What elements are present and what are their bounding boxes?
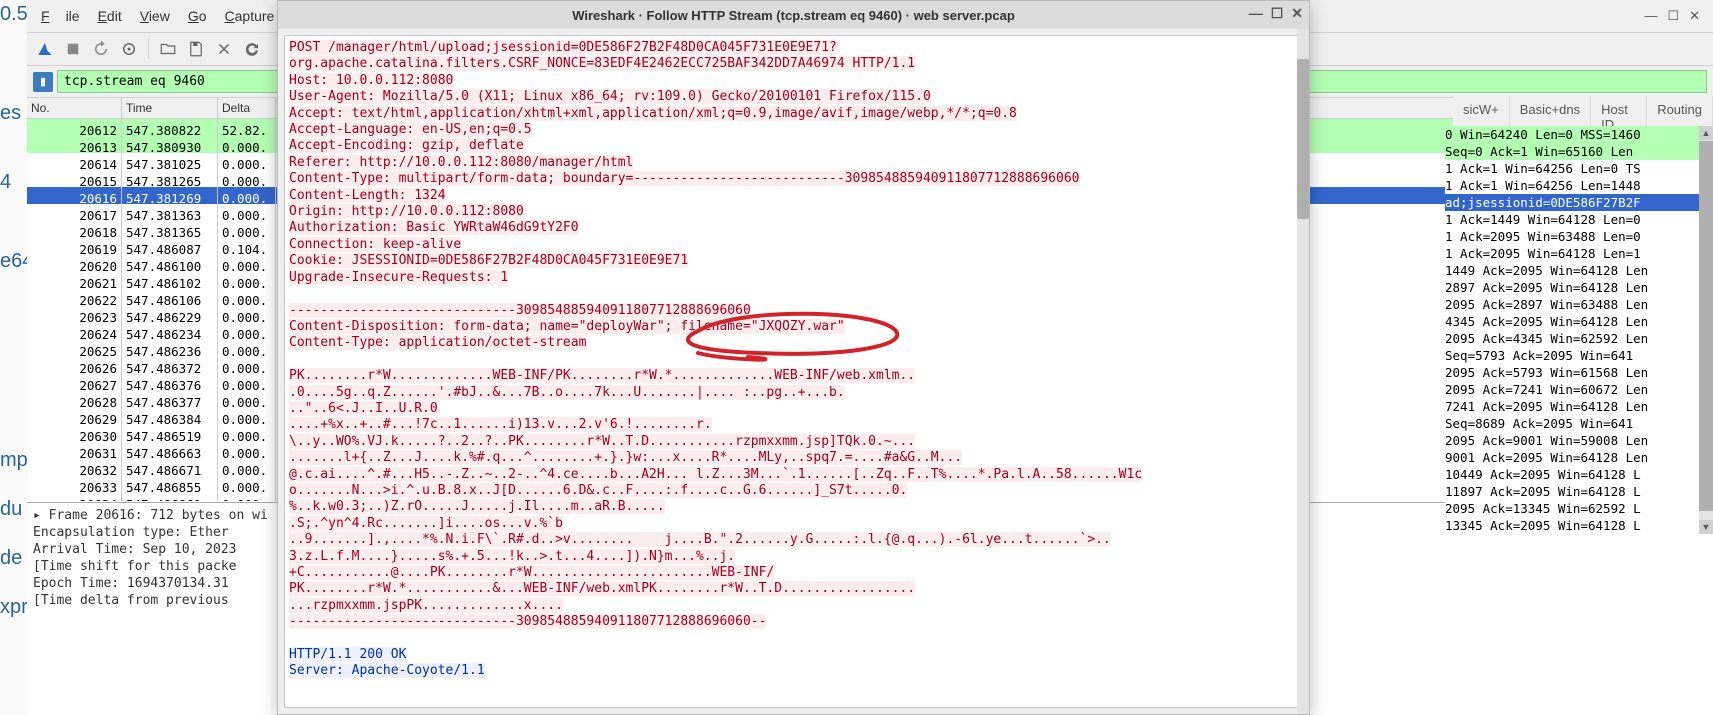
save-icon[interactable] — [184, 37, 208, 61]
open-icon[interactable] — [156, 37, 180, 61]
dialog-scroll-thumb[interactable] — [1297, 59, 1309, 219]
col-header-no[interactable]: No. — [27, 98, 122, 118]
menu-file[interactable]: File — [33, 4, 88, 28]
restart-icon[interactable] — [89, 37, 113, 61]
menu-go[interactable]: Go — [180, 4, 215, 28]
packet-info-right-column: 0 Win=64240 Len=0 MSS=1460 Seq=0 Ack=1 W… — [1445, 126, 1713, 534]
dialog-scrollbar[interactable] — [1297, 29, 1309, 714]
scroll-thumb[interactable] — [1699, 141, 1713, 511]
shark-fin-icon[interactable] — [33, 37, 57, 61]
dialog-title: Wireshark · Follow HTTP Stream (tcp.stre… — [572, 8, 1015, 23]
window-controls-main: — ☐ ✕ — [1636, 0, 1708, 32]
col-header-delta[interactable]: Delta — [218, 98, 276, 118]
maximize-button[interactable]: ☐ — [1667, 8, 1679, 24]
bookmark-filter-icon[interactable]: ▮ — [33, 72, 53, 92]
minimize-button[interactable]: — — [1644, 8, 1657, 24]
background-partial-left: 0.5 es 4 e64 mp du de xpr — [0, 0, 30, 715]
dialog-maximize-button[interactable]: ☐ — [1271, 5, 1284, 22]
menu-edit[interactable]: Edit — [90, 4, 130, 28]
packet-list-scrollbar[interactable]: ▲ ▼ — [1699, 126, 1713, 534]
close-file-icon[interactable] — [212, 37, 236, 61]
reload-icon[interactable] — [240, 37, 264, 61]
scroll-down-arrow[interactable]: ▼ — [1699, 520, 1713, 534]
col-header-time[interactable]: Time — [122, 98, 218, 118]
options-icon[interactable] — [117, 37, 141, 61]
dialog-close-button[interactable]: ✕ — [1291, 5, 1303, 22]
follow-stream-dialog: Wireshark · Follow HTTP Stream (tcp.stre… — [277, 0, 1310, 715]
toolbar-separator — [148, 39, 149, 59]
stop-icon[interactable] — [61, 37, 85, 61]
dialog-titlebar[interactable]: Wireshark · Follow HTTP Stream (tcp.stre… — [278, 1, 1309, 29]
menu-view[interactable]: View — [132, 4, 178, 28]
menu-capture[interactable]: Capture — [217, 4, 283, 28]
scroll-up-arrow[interactable]: ▲ — [1699, 126, 1713, 140]
http-stream-text[interactable]: POST /manager/html/upload;jsessionid=0DE… — [284, 35, 1303, 708]
close-button[interactable]: ✕ — [1689, 8, 1700, 24]
dialog-minimize-button[interactable]: — — [1249, 5, 1263, 22]
